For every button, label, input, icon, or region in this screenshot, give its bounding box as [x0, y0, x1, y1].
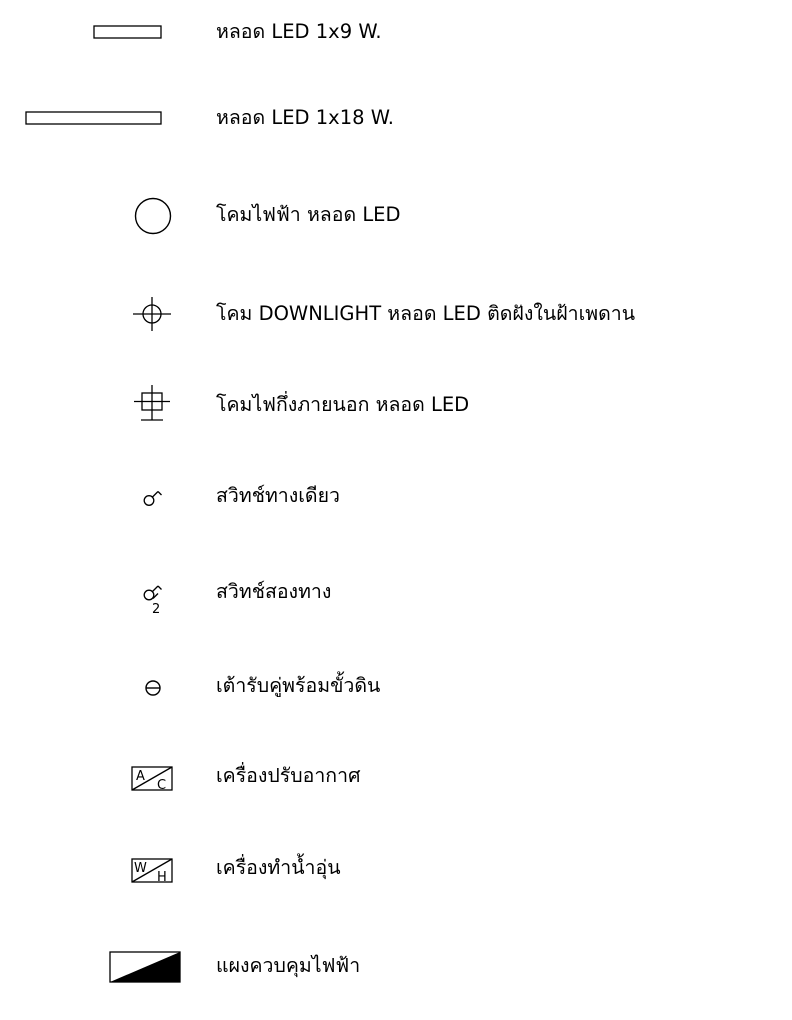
legend-label: โคม DOWNLIGHT หลอด LED ติดฝังในฝ้าเพดาน: [216, 302, 636, 325]
grounded-outlet-icon: [145, 680, 161, 696]
legend-row-circle-lamp: โคมไฟฟ้า หลอด LED: [0, 194, 792, 235]
legend-row-two-way-switch: 2 สวิทช์สองทาง: [0, 572, 792, 617]
downlight-icon: [133, 297, 171, 331]
legend-row-led-1x18: หลอด LED 1x18 W.: [0, 99, 792, 139]
legend-label: สวิทช์ทางเดียว: [216, 484, 340, 507]
legend-row-grounded-outlet: เต้ารับคู่พร้อมขั้วดิน: [0, 666, 792, 706]
two-way-switch-subscript: 2: [152, 602, 160, 617]
legend-row-distribution-panel: แผงควบคุมไฟฟ้า: [0, 944, 792, 984]
wh-letter-top: W: [134, 861, 147, 876]
distribution-panel-icon: [109, 951, 181, 983]
led-1x9-rect-icon: [93, 25, 162, 39]
legend-row-downlight: โคม DOWNLIGHT หลอด LED ติดฝังในฝ้าเพดาน: [0, 294, 792, 334]
air-conditioner-icon: A C: [131, 766, 173, 793]
outdoor-lamp-icon: [134, 385, 170, 421]
legend-label: เครื่องปรับอากาศ: [216, 764, 361, 787]
legend-label: เครื่องทำน้ำอุ่น: [216, 856, 341, 879]
legend-row-single-way-switch: สวิทช์ทางเดียว: [0, 477, 792, 517]
legend-row-led-1x9: หลอด LED 1x9 W.: [0, 12, 792, 52]
circle-lamp-icon: [134, 197, 172, 235]
two-way-switch-icon: 2: [143, 585, 162, 617]
wh-letter-bottom: H: [157, 870, 167, 885]
ac-letter-bottom: C: [157, 778, 166, 793]
legend-label: โคมไฟกึ่งภายนอก หลอด LED: [216, 393, 470, 416]
legend-row-air-conditioner: A C เครื่องปรับอากาศ: [0, 756, 792, 796]
water-heater-icon: W H: [131, 858, 173, 885]
legend-label: โคมไฟฟ้า หลอด LED: [216, 203, 401, 226]
legend-row-water-heater: W H เครื่องทำน้ำอุ่น: [0, 848, 792, 888]
single-way-switch-icon: [143, 491, 162, 506]
legend-row-outdoor-lamp: โคมไฟกึ่งภายนอก หลอด LED: [0, 385, 792, 425]
led-1x18-rect-icon: [25, 111, 162, 125]
legend-label: หลอด LED 1x18 W.: [216, 106, 394, 129]
legend-label: สวิทช์สองทาง: [216, 580, 332, 603]
legend-label: หลอด LED 1x9 W.: [216, 20, 382, 43]
ac-letter-top: A: [136, 769, 145, 784]
legend-label: แผงควบคุมไฟฟ้า: [216, 954, 361, 977]
legend-label: เต้ารับคู่พร้อมขั้วดิน: [216, 674, 381, 697]
